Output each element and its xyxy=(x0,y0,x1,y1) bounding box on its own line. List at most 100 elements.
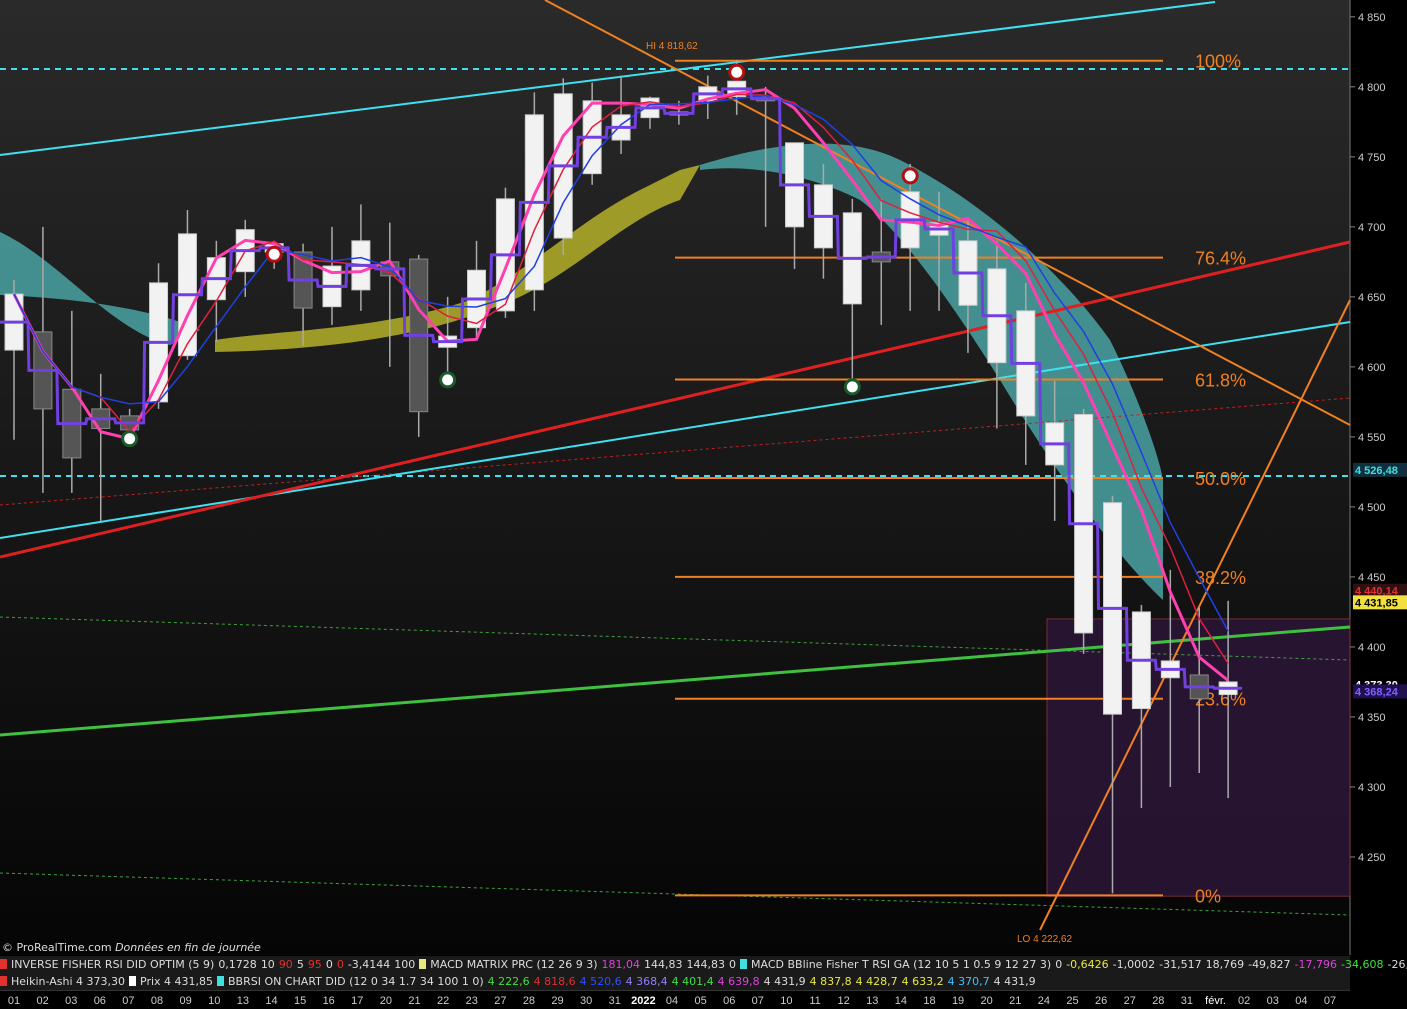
signal-marker xyxy=(121,430,139,448)
indicator-value: -26,202 xyxy=(1387,958,1407,971)
indicator-value: -17,796 xyxy=(1294,958,1338,971)
indicator-value: 0,1728 xyxy=(218,958,257,971)
hi-label: HI 4 818,62 xyxy=(646,41,698,52)
x-tick-label: 06 xyxy=(723,995,735,1007)
indicator-value: 18,769 xyxy=(1205,958,1245,971)
y-tick-label: 4 300 xyxy=(1358,782,1386,794)
indicator-name[interactable]: INVERSE FISHER RSI DID OPTIM (5 9) xyxy=(11,958,214,971)
indicator-name[interactable]: BBRSI ON CHART DID (12 0 34 1.7 34 100 1… xyxy=(228,975,484,988)
y-tick-label: 4 850 xyxy=(1358,12,1386,24)
x-tick-label: 13 xyxy=(866,995,878,1007)
x-tick-label: 07 xyxy=(122,995,134,1007)
x-tick-label: 15 xyxy=(294,995,306,1007)
x-tick-label: 30 xyxy=(580,995,592,1007)
x-tick-label: 10 xyxy=(780,995,792,1007)
indicator-value: 144,83 xyxy=(644,958,683,971)
legend-swatch xyxy=(0,959,7,969)
x-tick-label: 26 xyxy=(1095,995,1107,1007)
indicator-value: 4 633,2 xyxy=(901,975,944,988)
indicator-name[interactable]: Heikin-Ashi 4 373,30 xyxy=(11,975,125,988)
lo-label: LO 4 222,62 xyxy=(1017,934,1072,945)
x-tick-label: 09 xyxy=(180,995,192,1007)
indicator-name[interactable]: MACD BBline Fisher T RSI GA (12 10 5 1 0… xyxy=(751,958,1051,971)
x-tick-label: 04 xyxy=(666,995,678,1007)
fib-label: 76.4% xyxy=(1195,249,1246,269)
y-tick-label: 4 600 xyxy=(1358,362,1386,374)
y-tick-label: 4 650 xyxy=(1358,292,1386,304)
indicator-value: 4 370,7 xyxy=(947,975,990,988)
indicator-value: 4 222,6 xyxy=(487,975,530,988)
x-tick-label: 27 xyxy=(494,995,506,1007)
indicator-name[interactable]: MACD MATRIX PRC (12 26 9 3) xyxy=(430,958,597,971)
price-chart[interactable]: 100%76.4%61.8%50.0%38.2%23.6%0%HI 4 818,… xyxy=(0,0,1407,1009)
indicator-value: 4 428,7 xyxy=(855,975,898,988)
x-tick-label: 03 xyxy=(1267,995,1279,1007)
indicator-value: 90 xyxy=(278,958,293,971)
fib-label: 50.0% xyxy=(1195,469,1246,489)
indicator-value: 4 368,4 xyxy=(625,975,668,988)
indicator-value: 4 818,6 xyxy=(533,975,576,988)
y-tick-label: 4 450 xyxy=(1358,572,1386,584)
fib-label: 61.8% xyxy=(1195,370,1246,390)
indicator-value: -49,827 xyxy=(1248,958,1291,971)
indicator-value: -0,6426 xyxy=(1066,958,1109,971)
fib-label: 100% xyxy=(1195,52,1241,72)
indicator-value: 4 401,4 xyxy=(671,975,714,988)
x-tick-label: 31 xyxy=(609,995,621,1007)
x-tick-label: 07 xyxy=(752,995,764,1007)
x-tick-label: 2022 xyxy=(631,995,655,1007)
indicator-value: -1,0002 xyxy=(1112,958,1156,971)
signal-marker xyxy=(728,63,746,81)
indicator-value: -3,4144 xyxy=(347,958,391,971)
indicator-value: -34,608 xyxy=(1341,958,1384,971)
indicator-value: 144,83 xyxy=(686,958,726,971)
x-tick-label: 16 xyxy=(323,995,335,1007)
indicator-value: 4 520,6 xyxy=(579,975,622,988)
indicator-value: 0 xyxy=(325,958,333,971)
x-tick-label: 10 xyxy=(208,995,220,1007)
y-tick-label: 4 400 xyxy=(1358,642,1386,654)
indicator-value: 181,04 xyxy=(601,958,641,971)
price-tag-label: 4 368,24 xyxy=(1355,686,1399,698)
price-tag-label: 4 526,48 xyxy=(1355,465,1398,477)
x-tick-label: 27 xyxy=(1124,995,1136,1007)
y-tick-label: 4 800 xyxy=(1358,82,1386,94)
x-tick-label: févr. xyxy=(1205,995,1226,1007)
legend-swatch xyxy=(740,959,748,969)
price-tag-label: 4 431,85 xyxy=(1355,597,1398,609)
x-tick-label: 28 xyxy=(523,995,535,1007)
signal-marker xyxy=(265,245,283,263)
x-tick-label: 02 xyxy=(36,995,48,1007)
x-tick-label: 14 xyxy=(265,995,277,1007)
indicator-name[interactable]: Prix 4 431,85 xyxy=(140,975,213,988)
indicator-value: 0 xyxy=(336,958,344,971)
x-tick-label: 05 xyxy=(694,995,706,1007)
x-tick-label: 02 xyxy=(1238,995,1250,1007)
x-tick-label: 21 xyxy=(1009,995,1021,1007)
x-tick-label: 07 xyxy=(1324,995,1336,1007)
copyright-label: © ProRealTime.com xyxy=(2,941,112,954)
y-tick-label: 4 350 xyxy=(1358,712,1386,724)
indicator-value: 95 xyxy=(307,958,322,971)
x-tick-label: 11 xyxy=(809,995,820,1007)
x-tick-label: 31 xyxy=(1181,995,1193,1007)
x-tick-label: 03 xyxy=(65,995,77,1007)
x-tick-label: 19 xyxy=(952,995,964,1007)
x-tick-label: 06 xyxy=(94,995,106,1007)
legend-swatch xyxy=(217,976,225,986)
legend-swatch xyxy=(419,959,427,969)
x-tick-label: 29 xyxy=(551,995,563,1007)
y-tick-label: 4 250 xyxy=(1358,852,1386,864)
x-tick-label: 13 xyxy=(237,995,249,1007)
indicator-value: -31,517 xyxy=(1159,958,1202,971)
x-tick-label: 08 xyxy=(151,995,163,1007)
legend-swatch xyxy=(129,976,136,986)
indicator-value: 100 xyxy=(394,958,416,971)
indicator-value: 4 639,8 xyxy=(717,975,760,988)
signal-marker xyxy=(439,371,457,389)
x-tick-label: 24 xyxy=(1038,995,1050,1007)
copyright-text: © ProRealTime.com Données en fin de jour… xyxy=(2,941,261,954)
x-tick-label: 23 xyxy=(466,995,478,1007)
x-tick-label: 25 xyxy=(1066,995,1078,1007)
indicator-value: 4 431,9 xyxy=(763,975,806,988)
